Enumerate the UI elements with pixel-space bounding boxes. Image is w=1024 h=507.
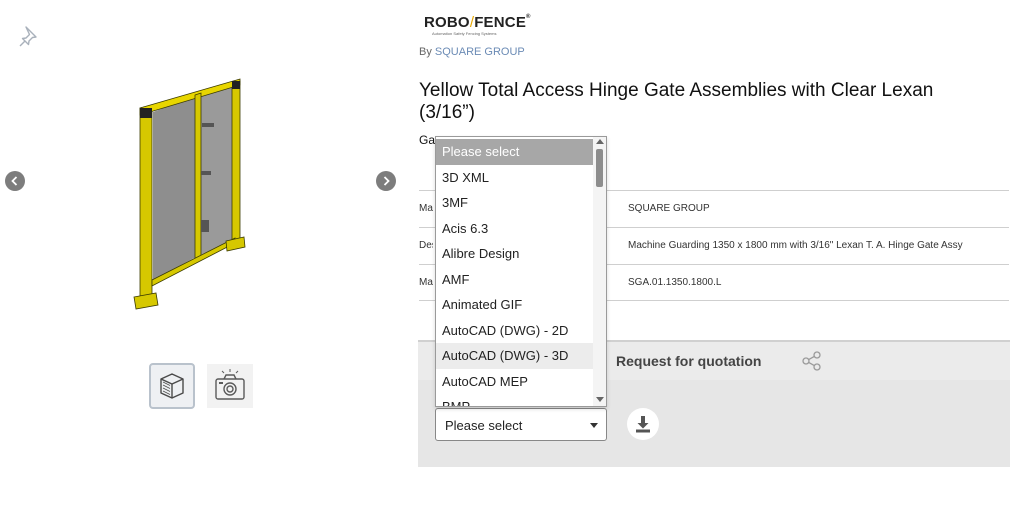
dropdown-option[interactable]: AMF	[436, 267, 594, 293]
scroll-up-icon[interactable]	[596, 139, 604, 144]
dropdown-items: Please select 3D XML 3MF Acis 6.3 Alibre Des…	[436, 139, 594, 406]
chevron-left-icon	[11, 176, 18, 186]
3d-view-thumbnail[interactable]	[149, 363, 195, 409]
gate-label: Ga	[419, 133, 436, 147]
dropdown-option[interactable]: Acis 6.3	[436, 216, 594, 242]
spec-value: Machine Guarding 1350 x 1800 mm with 3/1…	[628, 240, 963, 251]
previous-image-button[interactable]	[5, 171, 25, 191]
dropdown-option[interactable]: 3D XML	[436, 165, 594, 191]
product-image	[128, 75, 248, 315]
spec-value: SGA.01.1350.1800.L	[628, 277, 722, 288]
chevron-right-icon	[383, 176, 390, 186]
next-image-button[interactable]	[376, 171, 396, 191]
pin-icon[interactable]	[17, 24, 43, 50]
scroll-down-icon[interactable]	[596, 397, 604, 402]
dropdown-option[interactable]: AutoCAD (DWG) - 3D	[436, 343, 594, 369]
spec-key: Des	[419, 240, 433, 251]
by-line: By SQUARE GROUP	[419, 46, 525, 58]
dropdown-option[interactable]: Alibre Design	[436, 241, 594, 267]
photo-view-thumbnail[interactable]	[207, 364, 253, 408]
dropdown-option[interactable]: Please select	[436, 139, 594, 165]
product-title: Yellow Total Access Hinge Gate Assemblie…	[419, 80, 934, 123]
spec-value: SQUARE GROUP	[628, 203, 710, 214]
format-dropdown-list[interactable]: Please select 3D XML 3MF Acis 6.3 Alibre Des…	[435, 136, 607, 407]
dropdown-option[interactable]: 3MF	[436, 190, 594, 216]
format-select-value: Please select	[445, 418, 523, 433]
robofence-logo: ROBO/FENCE® Automation Safety Fencing Sy…	[424, 14, 531, 40]
logo-left-text: ROBO	[424, 14, 470, 31]
dropdown-scrollbar[interactable]	[593, 137, 606, 406]
spec-key: Mar	[419, 277, 433, 288]
logo-registered-mark: ®	[526, 14, 531, 20]
logo-right-text: FENCE	[474, 14, 527, 31]
download-button[interactable]	[627, 408, 659, 440]
camera-icon	[215, 369, 245, 400]
company-link[interactable]: SQUARE GROUP	[435, 46, 525, 58]
dropdown-option[interactable]: Animated GIF	[436, 292, 594, 318]
3d-cube-icon	[160, 373, 184, 399]
dropdown-option[interactable]: AutoCAD (DWG) - 2D	[436, 318, 594, 344]
spec-key: Ma	[419, 203, 433, 214]
scrollbar-thumb[interactable]	[596, 149, 603, 187]
download-icon	[636, 416, 650, 433]
dropdown-option[interactable]: AutoCAD MEP	[436, 369, 594, 395]
format-select[interactable]: Please select	[435, 408, 607, 441]
by-prefix: By	[419, 46, 432, 58]
logo-tagline: Automation Safety Fencing Systems	[432, 31, 497, 36]
share-icon[interactable]	[801, 350, 823, 372]
tab-request-for-quotation[interactable]: Request for quotation	[616, 353, 761, 369]
dropdown-option[interactable]: BMP	[436, 394, 594, 406]
chevron-down-icon	[590, 423, 598, 428]
